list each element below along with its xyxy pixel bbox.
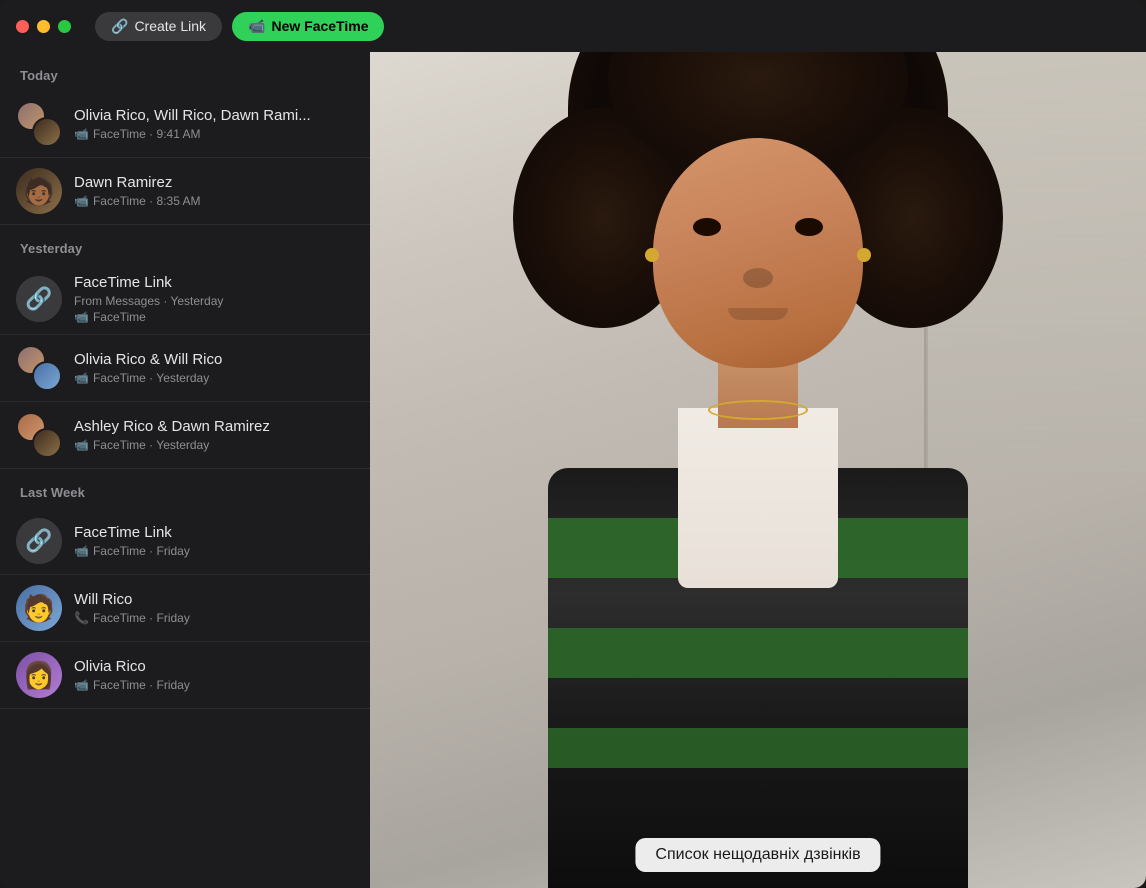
call-name: FaceTime Link xyxy=(74,274,354,291)
video-area: Список нещодавніх дзвінків xyxy=(370,52,1146,888)
list-item[interactable]: 🧑🏾 Dawn Ramirez 📹 FaceTime · 8:35 AM xyxy=(0,158,370,225)
stripe-3 xyxy=(548,728,968,768)
create-link-label: Create Link xyxy=(134,18,206,34)
video-icon: 📹 xyxy=(74,127,89,141)
list-item[interactable]: 🧑 Will Rico 📞 FaceTime · Friday xyxy=(0,575,370,642)
call-info: Olivia Rico 📹 FaceTime · Friday xyxy=(74,658,354,692)
main-content: Today Olivia Rico, Will Rico, Dawn Rami.… xyxy=(0,52,1146,888)
create-link-button[interactable]: 🔗 Create Link xyxy=(95,12,222,41)
video-icon: 📹 xyxy=(74,544,89,558)
list-item[interactable]: 🔗 FaceTime Link From Messages · Yesterda… xyxy=(0,264,370,335)
title-bar: 🔗 Create Link 📹 New FaceTime xyxy=(0,0,1146,52)
call-detail: 📹 FaceTime · Yesterday xyxy=(74,438,354,452)
call-name: Dawn Ramirez xyxy=(74,174,354,191)
video-camera-icon: 📹 xyxy=(248,18,265,35)
avatar: 👩 xyxy=(16,652,62,698)
call-info: Olivia Rico, Will Rico, Dawn Rami... 📹 F… xyxy=(74,107,354,141)
video-icon: 📹 xyxy=(74,310,89,324)
call-name: Olivia Rico & Will Rico xyxy=(74,351,354,368)
stripe-2 xyxy=(548,628,968,678)
close-button[interactable] xyxy=(16,20,29,33)
call-detail: 📹 FaceTime · Friday xyxy=(74,544,354,558)
caption-text: Список нещодавніх дзвінків xyxy=(655,846,860,863)
new-facetime-button[interactable]: 📹 New FaceTime xyxy=(232,12,384,41)
person xyxy=(483,52,1033,888)
call-info: FaceTime Link 📹 FaceTime · Friday xyxy=(74,524,354,558)
necklace xyxy=(708,400,808,420)
avatar xyxy=(32,361,62,391)
call-info: Will Rico 📞 FaceTime · Friday xyxy=(74,591,354,625)
call-name: Ashley Rico & Dawn Ramirez xyxy=(74,418,354,435)
call-detail-2: 📹 FaceTime xyxy=(74,310,354,324)
new-facetime-label: New FaceTime xyxy=(271,18,368,34)
list-item[interactable]: Olivia Rico & Will Rico 📹 FaceTime · Yes… xyxy=(0,335,370,402)
title-bar-buttons: 🔗 Create Link 📹 New FaceTime xyxy=(95,12,384,41)
avatar xyxy=(32,117,62,147)
earring-left xyxy=(645,248,659,262)
link-icon: 🔗 xyxy=(111,18,128,35)
call-detail: 📹 FaceTime · 9:41 AM xyxy=(74,127,354,141)
call-name: FaceTime Link xyxy=(74,524,354,541)
sidebar: Today Olivia Rico, Will Rico, Dawn Rami.… xyxy=(0,52,370,888)
call-info: FaceTime Link From Messages · Yesterday … xyxy=(74,274,354,324)
phone-icon: 📞 xyxy=(74,611,89,625)
video-icon: 📹 xyxy=(74,438,89,452)
collar xyxy=(678,408,838,588)
caption-area: Список нещодавніх дзвінків xyxy=(635,838,880,872)
avatar: 🧑🏾 xyxy=(16,168,62,214)
eye-right xyxy=(795,218,823,236)
call-info: Ashley Rico & Dawn Ramirez 📹 FaceTime · … xyxy=(74,418,354,452)
avatar-group xyxy=(16,101,62,147)
traffic-lights xyxy=(16,20,71,33)
call-detail: 📞 FaceTime · Friday xyxy=(74,611,354,625)
call-name: Olivia Rico xyxy=(74,658,354,675)
avatar-link: 🔗 xyxy=(16,276,62,322)
list-item[interactable]: Ashley Rico & Dawn Ramirez 📹 FaceTime · … xyxy=(0,402,370,469)
list-item[interactable]: Olivia Rico, Will Rico, Dawn Rami... 📹 F… xyxy=(0,91,370,158)
call-detail: 📹 FaceTime · Friday xyxy=(74,678,354,692)
section-header-last-week: Last Week xyxy=(0,469,370,508)
eye-left xyxy=(693,218,721,236)
mouth xyxy=(728,308,788,320)
video-icon: 📹 xyxy=(74,678,89,692)
call-name: Will Rico xyxy=(74,591,354,608)
video-icon: 📹 xyxy=(74,371,89,385)
minimize-button[interactable] xyxy=(37,20,50,33)
avatar xyxy=(32,428,62,458)
facetime-window: 🔗 Create Link 📹 New FaceTime Today Oliv xyxy=(0,0,1146,888)
call-detail: 📹 FaceTime · Yesterday xyxy=(74,371,354,385)
avatar-group xyxy=(16,345,62,391)
video-icon: 📹 xyxy=(74,194,89,208)
list-item[interactable]: 🔗 FaceTime Link 📹 FaceTime · Friday xyxy=(0,508,370,575)
nose xyxy=(743,268,773,288)
maximize-button[interactable] xyxy=(58,20,71,33)
section-header-today: Today xyxy=(0,52,370,91)
avatar-link: 🔗 xyxy=(16,518,62,564)
call-detail: 📹 FaceTime · 8:35 AM xyxy=(74,194,354,208)
avatar: 🧑 xyxy=(16,585,62,631)
earring-right xyxy=(857,248,871,262)
call-detail-1: From Messages · Yesterday xyxy=(74,294,354,308)
call-name: Olivia Rico, Will Rico, Dawn Rami... xyxy=(74,107,354,124)
section-header-yesterday: Yesterday xyxy=(0,225,370,264)
call-info: Dawn Ramirez 📹 FaceTime · 8:35 AM xyxy=(74,174,354,208)
list-item[interactable]: 👩 Olivia Rico 📹 FaceTime · Friday xyxy=(0,642,370,709)
face xyxy=(653,138,863,368)
call-info: Olivia Rico & Will Rico 📹 FaceTime · Yes… xyxy=(74,351,354,385)
avatar-group xyxy=(16,412,62,458)
call-detail-rows: From Messages · Yesterday 📹 FaceTime xyxy=(74,294,354,324)
